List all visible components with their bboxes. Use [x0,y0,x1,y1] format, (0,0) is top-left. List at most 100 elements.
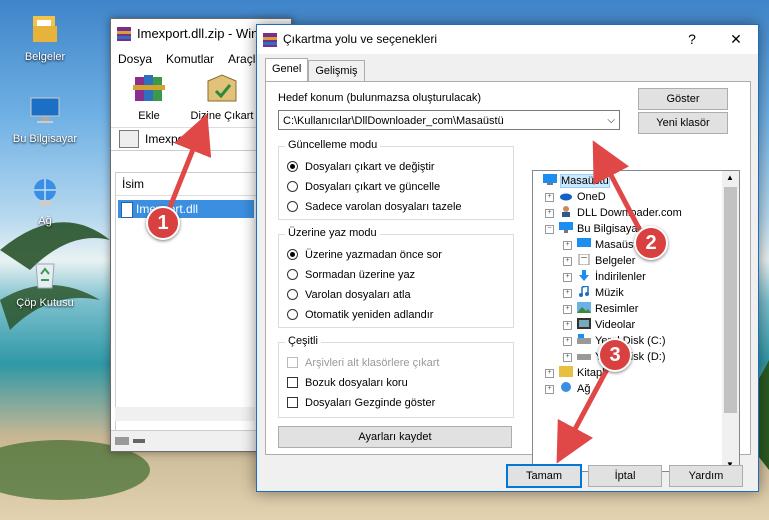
step-badge-1: 1 [146,206,180,240]
chevron-down-icon[interactable]: ⌵ [607,111,615,131]
up-folder-button[interactable] [119,130,139,148]
menu-file[interactable]: Dosya [118,49,152,69]
desktop-icon-label: Belgeler [24,51,66,63]
help-button[interactable]: ? [670,25,714,54]
tree-label: Bu Bilgisayar [577,223,642,235]
expand-icon[interactable]: + [563,321,572,330]
radio-extract-update[interactable]: Dosyaları çıkart ve güncelle [287,179,440,195]
path-text: Imexport.dll [145,132,208,146]
radio-rename-automatically[interactable]: Otomatik yeniden adlandır [287,307,433,323]
scrollbar-thumb[interactable] [724,187,737,413]
list-item[interactable]: Imexport.dll [118,200,254,218]
expand-icon[interactable]: + [563,305,572,314]
option-label: Sadece varolan dosyaları tazele [305,201,462,213]
expand-icon[interactable]: + [545,209,554,218]
expand-icon[interactable]: + [545,193,554,202]
add-button[interactable]: Ekle [121,71,177,127]
desktop-icon-recycle-bin[interactable]: Çöp Kutusu [2,258,88,309]
radio-overwrite-without-prompt[interactable]: Sormadan üzerine yaz [287,267,415,283]
step-badge-2: 2 [634,226,668,260]
tree-item-pc-desktop[interactable]: + Masaüstü [563,237,643,253]
expand-icon[interactable]: + [545,369,554,378]
winrar-logo-icon [117,27,131,41]
tree-label: Videolar [595,319,636,331]
checkbox-keep-broken-files[interactable]: Bozuk dosyaları koru [287,375,408,391]
checkbox-indicator [287,357,298,368]
option-label: Otomatik yeniden adlandır [305,309,434,321]
tab-advanced[interactable]: Gelişmiş [308,60,365,81]
destination-path-value: C:\Kullanıcılar\DllDownloader_com\Masaüs… [283,115,504,127]
disk-icon [577,354,591,360]
step-badge-3: 3 [598,338,632,372]
expand-icon[interactable]: + [563,289,572,298]
desktop-icon-network[interactable]: Ağ [2,176,88,227]
radio-indicator [287,269,298,280]
tree-item-videos[interactable]: + Videolar [563,317,636,333]
expand-icon[interactable]: + [563,337,572,346]
close-button[interactable]: ✕ [714,25,758,54]
documents-icon [578,254,590,265]
expand-icon[interactable]: + [563,257,572,266]
radio-indicator [287,289,298,300]
option-label: Dosyaları çıkart ve değiştir [305,161,435,173]
option-label: Dosyaları çıkart ve güncelle [305,181,441,193]
radio-skip-existing[interactable]: Varolan dosyaları atla [287,287,411,303]
help-footer-button[interactable]: Yardım [669,465,743,487]
tab-general[interactable]: Genel [265,58,309,81]
radio-indicator [287,161,298,172]
checkbox-show-in-explorer[interactable]: Dosyaları Gezginde göster [287,395,435,411]
desktop-icon-label: Çöp Kutusu [16,297,74,309]
computer-icon [559,222,573,233]
checkbox-indicator [287,377,298,388]
folder-tree[interactable]: Masaüstü + OneD + DLL Downloader.com − Bu B… [532,170,740,472]
new-folder-button[interactable]: Yeni klasör [638,112,728,134]
radio-ask-before-overwrite[interactable]: Üzerine yazmadan önce sor [287,247,442,263]
tree-item-desktop[interactable]: Masaüstü [543,173,610,189]
drive-key-icon [115,437,145,445]
tree-label: DLL Downloader.com [577,207,682,219]
extract-options-dialog: Çıkartma yolu ve seçenekleri ? ✕ Genel G… [256,24,759,492]
tree-item-downloads[interactable]: + İndirilenler [563,269,646,285]
tree-item-music[interactable]: + Müzik [563,285,624,301]
checkbox-indicator [287,397,298,408]
network-icon [34,179,56,206]
extract-to-button[interactable]: Dizine Çıkart [187,71,257,127]
chevron-up-icon[interactable]: ▲ [726,173,734,182]
dialog-title-bar[interactable]: Çıkartma yolu ve seçenekleri ? ✕ [257,25,758,54]
update-mode-title: Güncelleme modu [285,139,381,151]
update-mode-group: Güncelleme modu Dosyaları çıkart ve deği… [278,139,514,220]
extract-to-button-label: Dizine Çıkart [190,110,254,122]
desktop-icon-documents[interactable]: Belgeler [2,12,88,63]
tree-item-this-pc[interactable]: − Bu Bilgisayar [545,221,642,237]
show-button[interactable]: Göster [638,88,728,110]
radio-indicator [287,249,298,260]
destination-path-combobox[interactable]: C:\Kullanıcılar\DllDownloader_com\Masaüs… [278,110,620,130]
horizontal-scrollbar[interactable] [115,407,255,421]
expand-icon[interactable]: + [545,385,554,394]
expand-icon[interactable]: + [563,273,572,282]
expand-icon[interactable]: + [563,353,572,362]
tree-item-onedrive[interactable]: + OneD [545,189,606,205]
tree-item-pictures[interactable]: + Resimler [563,301,638,317]
save-settings-button[interactable]: Ayarları kaydet [278,426,512,448]
desktop-icon-this-pc[interactable]: Bu Bilgisayar [2,94,88,145]
tree-item-libraries[interactable]: + Kitapl [545,365,605,381]
option-label: Sormadan üzerine yaz [305,269,416,281]
disk-icon [577,334,591,344]
collapse-icon[interactable]: − [545,225,554,234]
expand-icon[interactable]: + [563,241,572,250]
option-label: Bozuk dosyaları koru [305,377,408,389]
radio-extract-replace[interactable]: Dosyaları çıkart ve değiştir [287,159,435,175]
ok-button[interactable]: Tamam [506,464,582,488]
option-label: Dosyaları Gezginde göster [305,397,436,409]
tree-item-user[interactable]: + DLL Downloader.com [545,205,682,221]
tree-item-documents[interactable]: + Belgeler [563,253,635,269]
menu-commands[interactable]: Komutlar [166,49,214,69]
radio-freshen-existing[interactable]: Sadece varolan dosyaları tazele [287,199,462,215]
tree-vertical-scrollbar[interactable]: ▲ ▼ [722,171,739,471]
radio-indicator [287,201,298,212]
column-header-name[interactable]: İsim [116,173,256,196]
video-icon [577,318,591,329]
cancel-button[interactable]: İptal [588,465,662,487]
tree-item-network[interactable]: + Ağ [545,381,590,397]
